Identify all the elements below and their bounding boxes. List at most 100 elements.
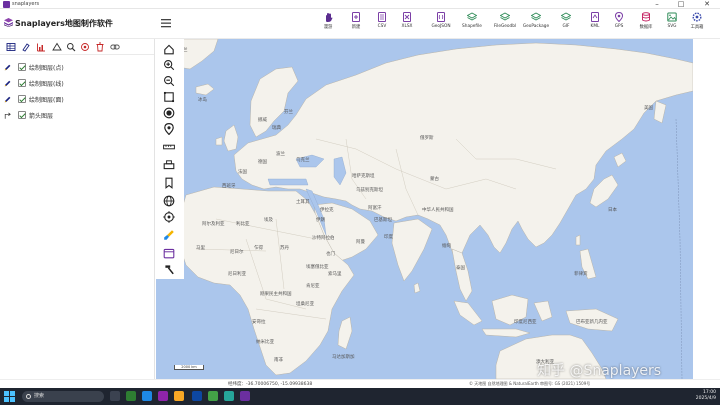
record-icon[interactable] [163,107,175,119]
toolbar-button-label: Shapefile [462,24,482,29]
toolbar-button-label: 数据库 [639,25,653,30]
layer-item[interactable]: 箭头图层 [4,109,152,123]
layers-icon [551,12,581,22]
taskbar-app-icon[interactable] [142,391,152,401]
toolbar-button-geopackage[interactable]: GeoPackage [521,12,551,38]
layer-item[interactable]: 绘制图层(面) [4,93,152,107]
toolbar-button-xlsx[interactable]: XLSX [392,12,422,38]
brush-icon[interactable] [163,229,175,241]
print-icon[interactable] [163,159,175,171]
home-icon[interactable] [163,43,175,55]
map-label-libya: 利比亚 [236,222,250,227]
window-title: snaplayers [12,1,40,7]
taskbar-folder-icon[interactable] [174,391,184,401]
extent-icon[interactable] [163,91,175,103]
toolbar-button-label: GIF [562,24,570,29]
target-icon[interactable] [163,211,175,223]
taskbar-search-placeholder: 搜索 [34,393,45,399]
style-icon[interactable] [21,42,31,52]
toolbar-button-geojson[interactable]: GeoJSON [426,12,456,38]
table-icon[interactable] [6,42,16,52]
map-label-angola: 安哥拉 [252,320,266,325]
taskbar-search-input[interactable]: 搜索 [22,391,104,402]
map-label-mali: 马里 [196,246,205,251]
map-label-alaska: 美国 [644,106,653,111]
zoom-layer-icon[interactable] [66,42,76,52]
taskbar-app-icon[interactable] [126,391,136,401]
menu-toggle-icon[interactable] [159,17,173,29]
layer-visibility-checkbox[interactable] [18,95,26,103]
pencil-icon [4,95,12,104]
map-label-finland: 芬兰 [284,110,293,115]
taskbar-app-icon[interactable] [208,391,218,401]
pencil-icon [4,79,12,88]
geojson-icon [426,12,456,22]
toolbar-button-toolbox[interactable]: 工具箱 [682,12,712,38]
map-label-japan: 日本 [608,208,617,213]
map-label-egypt: 埃及 [264,218,273,223]
map-label-kazakhstan: 哈萨克斯坦 [352,174,375,179]
locate-icon[interactable] [80,42,90,52]
select-icon[interactable] [52,42,62,52]
map-label-india: 印度 [384,235,393,240]
toolbar-button-label: GeoJSON [431,24,451,29]
layer-visibility-checkbox[interactable] [18,79,26,87]
calendar-icon[interactable] [163,247,175,259]
arrow-icon [4,111,12,120]
map-canvas[interactable]: 俄罗斯 中华人民共和国 蒙古 哈萨克斯坦 印度 伊朗 沙特阿拉伯 埃及 利比亚 … [156,39,693,379]
map-label-ethiopia: 埃塞俄比亚 [306,265,329,270]
toolbar-button-label: GPS [614,24,624,29]
map-label-algeria: 阿尔及利亚 [202,222,225,227]
toolbar-button-gps[interactable]: GPS [604,12,634,38]
pin-icon[interactable] [163,122,175,136]
map-label-namibia: 纳米比亚 [256,340,274,345]
window-titlebar: snaplayers – □ ✕ [0,0,720,9]
hammer-icon[interactable] [163,263,175,275]
toolbar-button-shapefile[interactable]: Shapefile [457,12,487,38]
map-label-sudan: 苏丹 [280,246,289,251]
scale-bar: 2000 km [174,365,204,370]
taskbar-clock: 17:00 2025/4/9 [690,390,716,402]
map-label-sweden: 瑞典 [272,126,281,131]
zoom-out-icon[interactable] [163,75,175,87]
layer-visibility-checkbox[interactable] [18,111,26,119]
map-label-france: 法国 [238,170,247,175]
taskbar-app-icon[interactable] [224,391,234,401]
layer-visibility-checkbox[interactable] [18,63,26,71]
layer-name: 箭头图层 [29,113,54,120]
layers-icon [521,12,551,22]
delete-icon[interactable] [95,42,105,52]
globe-icon[interactable] [163,195,175,207]
map-label-chad: 乍得 [254,246,263,251]
toolbar-button-gif[interactable]: GIF [551,12,581,38]
toolbar-button-label: XLSX [401,24,413,29]
map-label-russia: 俄罗斯 [420,136,434,141]
layer-item[interactable]: 绘制图层(线) [4,77,152,91]
map-label-pakistan: 巴基斯坦 [374,218,392,223]
bookmark-icon[interactable] [163,177,175,189]
measure-icon[interactable] [163,141,175,153]
map-label-saudi: 沙特阿拉伯 [312,236,335,241]
task-view-icon[interactable] [110,391,120,401]
close-button[interactable]: ✕ [698,0,716,9]
map-label-drc: 刚果民主共和国 [260,292,292,297]
toolbar-button-label: FileGeodbl [493,24,517,29]
toolbar-button-hand[interactable]: 漫游 [313,12,343,38]
layers-icon [490,12,520,22]
map-label-yemen: 也门 [326,252,335,257]
zoom-in-icon[interactable] [163,59,175,71]
toolbar-button-label: GeoPackage [522,24,550,29]
taskbar-app-icon[interactable] [192,391,202,401]
taskbar-app-icon[interactable] [158,391,168,401]
link-icon[interactable] [110,42,120,52]
windows-start-icon[interactable] [4,391,15,402]
minimize-button[interactable]: – [648,0,666,9]
layer-panel: 绘制图层(点) 绘制图层(线) 绘制图层(面) 箭头图层 [0,39,155,379]
taskbar-snaplayers-icon[interactable] [240,391,250,401]
maximize-button[interactable]: □ [672,0,690,9]
layer-item[interactable]: 绘制图层(点) [4,61,152,75]
chart-icon[interactable] [36,42,46,52]
toolbar-button-filegeodb[interactable]: FileGeodbl [490,12,520,38]
pin-icon [604,12,634,22]
map-label-south-africa: 南非 [274,358,283,363]
